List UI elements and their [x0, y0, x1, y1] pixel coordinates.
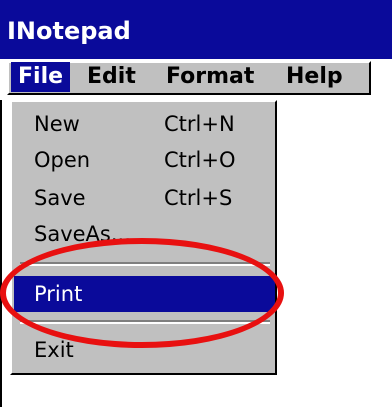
menu-item-open[interactable]: Open Ctrl+O — [14, 142, 275, 178]
menu-item-save[interactable]: Save Ctrl+S — [14, 180, 275, 216]
menu-item-saveas[interactable]: SaveAs... — [14, 216, 275, 252]
menu-item-save-shortcut: Ctrl+S — [164, 186, 233, 210]
menu-item-saveas-label: SaveAs... — [34, 222, 131, 246]
window-title: INotepad — [7, 17, 131, 45]
menu-help[interactable]: Help — [286, 62, 343, 92]
menu-item-exit[interactable]: Exit — [14, 332, 275, 368]
menu-bar-panel: File Edit Format Help — [7, 61, 371, 95]
menu-bar: File Edit Format Help — [0, 59, 392, 100]
menu-item-print-label: Print — [34, 282, 83, 306]
menu-format[interactable]: Format — [166, 62, 254, 92]
menu-item-new[interactable]: New Ctrl+N — [14, 106, 275, 142]
menu-file[interactable]: File — [11, 62, 71, 92]
menu-separator — [20, 262, 270, 266]
menu-item-open-label: Open — [34, 148, 91, 172]
menu-item-new-label: New — [34, 112, 80, 136]
title-bar: INotepad — [0, 0, 392, 59]
menu-item-print[interactable]: Print — [14, 276, 275, 312]
window-frame-left — [0, 100, 2, 407]
menu-item-exit-label: Exit — [34, 338, 74, 362]
menu-item-open-shortcut: Ctrl+O — [164, 148, 236, 172]
file-dropdown-menu: New Ctrl+N Open Ctrl+O Save Ctrl+S SaveA… — [10, 100, 277, 375]
menu-item-new-shortcut: Ctrl+N — [164, 112, 235, 136]
menu-edit[interactable]: Edit — [87, 62, 136, 92]
menu-separator — [20, 320, 270, 324]
menu-item-save-label: Save — [34, 186, 86, 210]
